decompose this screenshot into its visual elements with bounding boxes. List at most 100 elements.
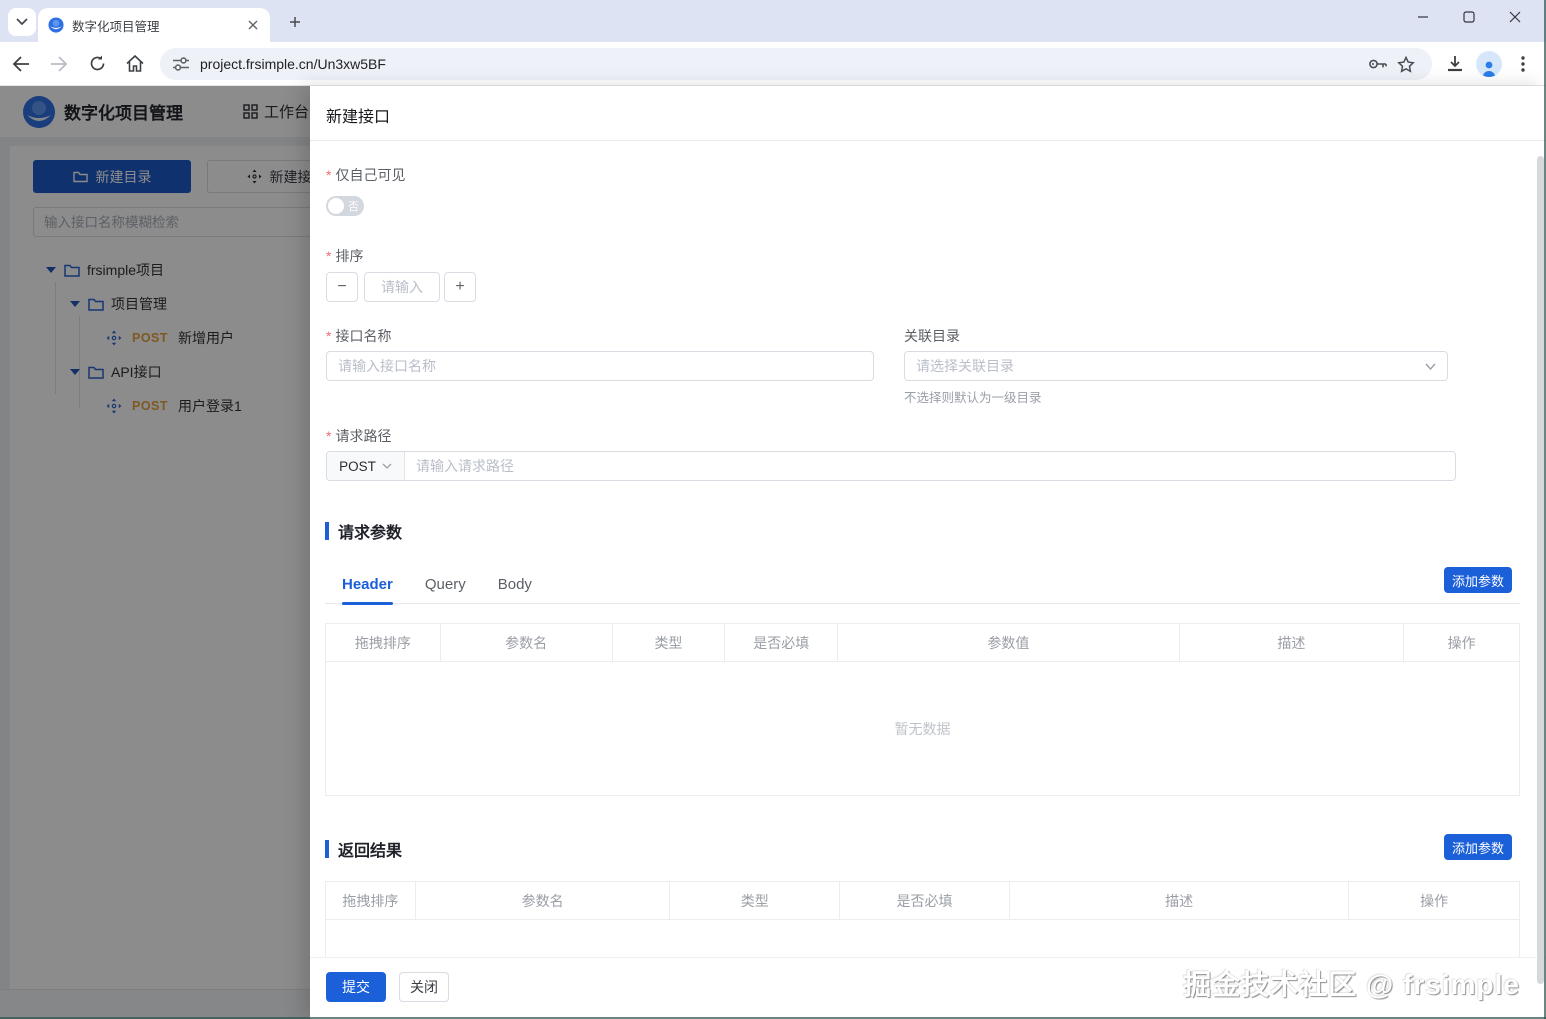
chevron-down-icon	[16, 18, 28, 26]
add-result-param-button[interactable]: 添加参数	[1444, 834, 1512, 860]
col-required: 是否必填	[840, 882, 1010, 919]
tab-body[interactable]: Body	[498, 565, 532, 604]
sort-input[interactable]	[364, 272, 440, 302]
address-bar[interactable]: project.frsimple.cn/Un3xw5BF	[160, 48, 1432, 80]
maximize-icon	[1463, 11, 1475, 23]
close-icon	[1509, 11, 1521, 23]
catalog-help-text: 不选择则默认为一级目录	[904, 387, 1042, 406]
chevron-down-icon	[382, 463, 392, 469]
divider	[310, 140, 1546, 141]
forward-arrow-icon	[50, 56, 68, 72]
request-params-title: 请求参数	[338, 519, 402, 543]
url-text[interactable]: project.frsimple.cn/Un3xw5BF	[200, 56, 1364, 72]
col-param-name: 参数名	[441, 624, 613, 661]
browser-tab-active[interactable]: 数字化项目管理	[38, 8, 270, 42]
result-section-header: 返回结果	[325, 837, 402, 861]
col-drag-sort: 拖拽排序	[326, 624, 441, 661]
request-path-group: POST	[326, 451, 1456, 481]
col-description: 描述	[1010, 882, 1349, 919]
browser-menu-button[interactable]	[1506, 48, 1540, 80]
window-minimize-button[interactable]	[1400, 0, 1446, 34]
site-settings-icon	[172, 56, 190, 72]
back-arrow-icon	[12, 56, 30, 72]
profile-button[interactable]	[1472, 48, 1506, 80]
browser-toolbar: project.frsimple.cn/Un3xw5BF	[0, 42, 1546, 86]
bookmark-button[interactable]	[1392, 50, 1420, 78]
home-icon	[126, 55, 144, 72]
empty-state-text: 暂无数据	[326, 662, 1519, 795]
browser-tabstrip: 数字化项目管理	[0, 0, 1546, 42]
reload-button[interactable]	[80, 47, 114, 81]
result-params-table: 拖拽排序 参数名 类型 是否必填 描述 操作	[325, 881, 1520, 957]
api-name-input[interactable]	[326, 351, 874, 381]
drawer-title: 新建接口	[326, 103, 390, 127]
site-favicon-icon	[48, 17, 64, 33]
downloads-button[interactable]	[1438, 48, 1472, 80]
result-section-title: 返回结果	[338, 837, 402, 861]
table-header-row: 拖拽排序 参数名 类型 是否必填 参数值 描述 操作	[326, 624, 1519, 662]
request-params-table: 拖拽排序 参数名 类型 是否必填 参数值 描述 操作 暂无数据	[325, 623, 1520, 796]
tab-title: 数字化项目管理	[72, 16, 244, 35]
required-star: *	[326, 248, 331, 264]
submit-button[interactable]: 提交	[326, 972, 386, 1002]
modal-mask[interactable]	[0, 86, 310, 1019]
new-tab-button[interactable]	[283, 10, 307, 34]
toolbar-right-group	[1438, 48, 1540, 80]
watermark-text: 掘金技术社区 @ frsimple	[1183, 963, 1520, 1003]
key-icon	[1368, 57, 1388, 71]
toggle-knob	[328, 198, 344, 214]
plus-icon: +	[455, 278, 464, 296]
forward-button[interactable]	[42, 47, 76, 81]
catalog-placeholder: 请选择关联目录	[916, 356, 1425, 376]
sort-decrease-button[interactable]: −	[326, 272, 358, 302]
window-close-button[interactable]	[1492, 0, 1538, 34]
required-star: *	[326, 167, 331, 183]
star-icon	[1397, 56, 1415, 73]
tab-header[interactable]: Header	[342, 565, 393, 604]
profile-avatar	[1476, 51, 1502, 77]
col-actions: 操作	[1404, 624, 1519, 661]
home-button[interactable]	[118, 47, 152, 81]
new-api-drawer: 新建接口 *仅自己可见 否 *排序 − + *接口名称 关联目录	[310, 86, 1546, 1019]
tab-search-button[interactable]	[8, 8, 36, 36]
tab-query[interactable]: Query	[425, 565, 466, 604]
col-param-value: 参数值	[838, 624, 1179, 661]
name-field-label: *接口名称	[326, 326, 391, 346]
close-icon	[248, 20, 258, 30]
three-dots-icon	[1521, 56, 1525, 72]
visible-toggle[interactable]: 否	[326, 196, 364, 216]
password-manager-button[interactable]	[1364, 50, 1392, 78]
catalog-field-label: 关联目录	[904, 326, 960, 346]
sort-increase-button[interactable]: +	[444, 272, 476, 302]
required-star: *	[326, 328, 331, 344]
required-star: *	[326, 428, 331, 444]
sort-field-label: *排序	[326, 246, 363, 266]
window-controls	[1400, 0, 1538, 34]
back-button[interactable]	[4, 47, 38, 81]
method-select[interactable]: POST	[327, 452, 405, 480]
request-params-section-header: 请求参数	[325, 519, 402, 543]
col-param-name: 参数名	[416, 882, 671, 919]
request-params-tabs: Header Query Body	[325, 565, 1520, 604]
col-actions: 操作	[1349, 882, 1519, 919]
drawer-scrollbar[interactable]	[1537, 156, 1544, 984]
col-drag-sort: 拖拽排序	[326, 882, 416, 919]
request-path-input[interactable]	[405, 452, 1455, 480]
app-page: 数字化项目管理 工作台 新建目录 新建接口	[0, 86, 1546, 1019]
person-icon	[1480, 59, 1498, 77]
section-accent-bar	[325, 522, 329, 540]
method-value: POST	[339, 459, 376, 474]
tab-close-button[interactable]	[244, 16, 262, 34]
catalog-select[interactable]: 请选择关联目录	[904, 351, 1448, 381]
chevron-down-icon	[1425, 363, 1436, 370]
col-type: 类型	[613, 624, 726, 661]
reload-icon	[89, 55, 106, 72]
section-accent-bar	[325, 840, 329, 858]
add-request-param-button[interactable]: 添加参数	[1444, 567, 1512, 593]
window-maximize-button[interactable]	[1446, 0, 1492, 34]
col-type: 类型	[670, 882, 840, 919]
minus-icon: −	[337, 278, 346, 296]
toggle-off-label: 否	[348, 198, 359, 214]
path-field-label: *请求路径	[326, 426, 391, 446]
close-button[interactable]: 关闭	[399, 972, 449, 1002]
